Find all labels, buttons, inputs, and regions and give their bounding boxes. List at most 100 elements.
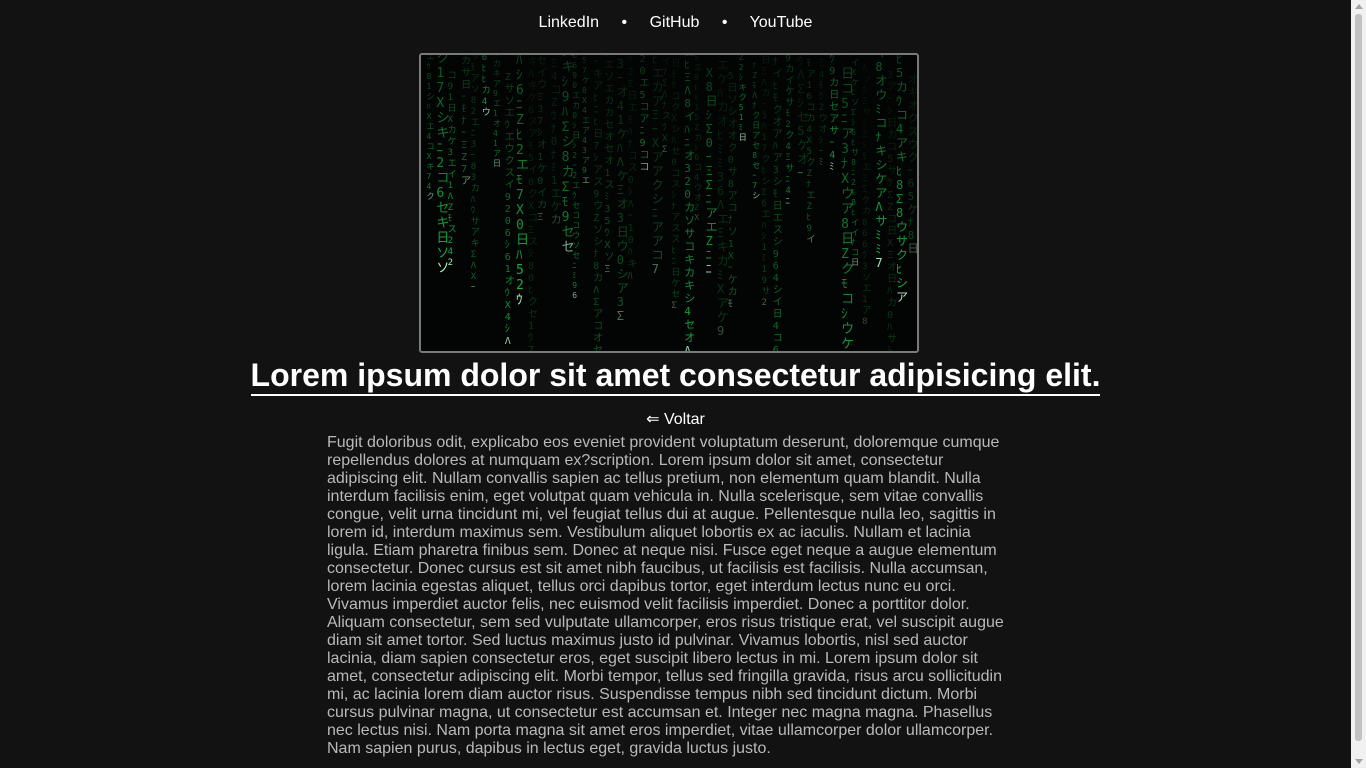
svg-text:9: 9 [448, 82, 453, 92]
scrollbar-thumb[interactable] [1355, 14, 1362, 741]
svg-text:Ξ: Ξ [762, 67, 767, 77]
svg-text:エ: エ [807, 191, 816, 201]
svg-text:1: 1 [628, 223, 634, 234]
svg-text:オ: オ [593, 332, 603, 344]
svg-text:ク: ク [752, 111, 760, 120]
svg-text:ｳ: ｳ [604, 227, 609, 239]
svg-text:ﾋ: ﾋ [851, 138, 855, 147]
svg-text:X: X [516, 203, 524, 218]
svg-text:イ: イ [851, 228, 859, 237]
svg-text:ﾐ: ﾐ [875, 242, 881, 256]
svg-text:7: 7 [516, 188, 524, 203]
svg-text:コ: コ [640, 150, 650, 161]
svg-text:カ: カ [896, 80, 908, 94]
svg-text:ｳ: ｳ [851, 55, 855, 57]
nav-link-youtube[interactable]: YouTube [750, 14, 813, 31]
svg-text:Λ: Λ [862, 64, 868, 74]
svg-text:4: 4 [427, 132, 432, 141]
nav-link-github[interactable]: GitHub [650, 14, 700, 31]
svg-text:ﾊ: ﾊ [617, 141, 623, 155]
back-link[interactable]: ⇐ Voltar [646, 411, 705, 428]
svg-text:4: 4 [617, 99, 624, 113]
svg-text:セ: セ [752, 161, 760, 170]
svg-text:日: 日 [671, 267, 680, 278]
svg-text:ウ: ウ [908, 138, 917, 151]
svg-text:エ: エ [862, 163, 871, 173]
svg-text:8: 8 [471, 162, 476, 172]
svg-text:ｳ: ｳ [551, 109, 557, 122]
svg-text:0: 0 [728, 155, 734, 166]
svg-text:サ: サ [887, 333, 897, 345]
svg-text:ｼ: ｼ [706, 108, 712, 122]
svg-text:ﾋ: ﾋ [684, 58, 690, 71]
svg-text:ﾐ: ﾐ [717, 156, 723, 170]
svg-text:ク: ク [807, 157, 816, 168]
svg-text:ウ: ウ [896, 220, 908, 234]
svg-text:ﾆ: ﾆ [640, 126, 645, 137]
svg-text:3: 3 [617, 211, 624, 225]
scroll-up-arrow-icon[interactable] [1355, 4, 1363, 9]
svg-text:日: 日 [593, 129, 603, 140]
svg-text:9: 9 [493, 89, 498, 98]
svg-text:9: 9 [694, 73, 699, 82]
svg-text:ﾋ: ﾋ [896, 55, 902, 66]
svg-text:ﾆ: ﾆ [841, 112, 848, 127]
svg-text:ｼ: ｼ [762, 232, 767, 242]
svg-text:ﾆ: ﾆ [706, 192, 712, 206]
svg-text:2: 2 [505, 204, 511, 215]
svg-text:ﾐ: ﾐ [762, 254, 767, 264]
svg-text:X: X [604, 240, 610, 251]
svg-text:ケ: ケ [448, 136, 457, 147]
svg-text:X: X [728, 251, 734, 262]
svg-text:ﾅ: ﾅ [851, 238, 855, 247]
svg-text:ク: ク [505, 155, 515, 167]
svg-text:コ: コ [728, 203, 738, 214]
scroll-down-arrow-icon[interactable] [1355, 759, 1363, 764]
svg-text:ア: ア [706, 206, 718, 220]
svg-text:ﾆ: ﾆ [684, 136, 690, 149]
svg-text:8: 8 [875, 60, 882, 74]
svg-text:8: 8 [862, 218, 867, 228]
svg-text:5: 5 [582, 56, 587, 65]
svg-text:サ: サ [728, 166, 738, 178]
svg-text:7: 7 [436, 81, 444, 96]
svg-text:5: 5 [841, 97, 849, 112]
svg-text:セ: セ [684, 318, 695, 331]
svg-text:0: 0 [528, 177, 534, 188]
svg-text:0: 0 [628, 235, 634, 246]
svg-text:キ: キ [739, 83, 747, 92]
svg-text:1: 1 [537, 152, 543, 163]
nav-separator: • [621, 14, 628, 31]
svg-text:ﾐ: ﾐ [572, 271, 576, 280]
svg-text:キ: キ [593, 69, 603, 80]
svg-text:6: 6 [862, 240, 867, 250]
svg-text:ソ: ソ [862, 273, 871, 283]
svg-text:Σ: Σ [562, 120, 570, 135]
svg-text:X: X [652, 136, 660, 150]
svg-text:X: X [671, 114, 677, 124]
svg-text:8: 8 [851, 158, 856, 167]
svg-text:ｰ: ｰ [652, 122, 658, 136]
svg-text:ア: ア [461, 176, 471, 187]
svg-text:2: 2 [448, 258, 453, 268]
svg-text:ア: ア [493, 149, 501, 158]
svg-text:6: 6 [694, 153, 699, 162]
nav-link-linkedin[interactable]: LinkedIn [539, 14, 600, 31]
svg-text:0: 0 [551, 135, 558, 148]
svg-text:ｳ: ｳ [505, 287, 510, 299]
svg-text:4: 4 [829, 150, 835, 161]
svg-text:Z: Z [516, 113, 524, 128]
svg-text:キ: キ [896, 150, 908, 164]
svg-text:Λ: Λ [717, 198, 725, 212]
svg-text:ﾅ: ﾅ [875, 130, 881, 144]
svg-text:Ξ: Ξ [862, 185, 867, 195]
svg-text:ｰ: ｰ [617, 71, 623, 85]
svg-text:Σ: Σ [851, 108, 856, 117]
svg-text:X: X [807, 136, 813, 146]
svg-text:8: 8 [471, 96, 476, 106]
svg-text:ﾐ: ﾐ [875, 228, 881, 242]
svg-text:Λ: Λ [617, 155, 625, 169]
svg-text:7: 7 [528, 345, 534, 351]
svg-text:ケ: ケ [728, 274, 738, 286]
vertical-scrollbar[interactable] [1351, 0, 1366, 768]
